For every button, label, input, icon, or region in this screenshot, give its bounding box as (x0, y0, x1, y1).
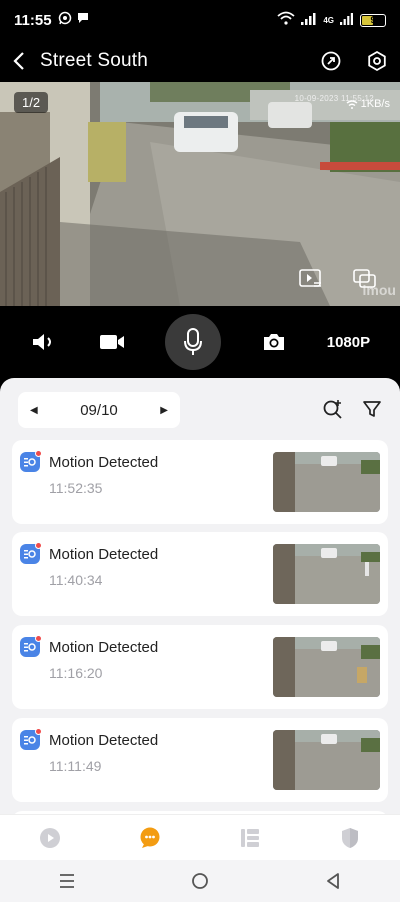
speed-value: 1KB/s (360, 98, 390, 110)
whatsapp-icon (58, 11, 72, 29)
settings-icon[interactable] (366, 50, 388, 72)
date-value[interactable]: 09/10 (80, 402, 118, 419)
event-card[interactable]: Motion Detected 11:16:20 (12, 625, 388, 709)
next-date-icon[interactable]: ▶ (160, 405, 168, 416)
unread-dot (35, 450, 42, 457)
home-icon[interactable] (180, 861, 220, 901)
microphone-icon[interactable] (165, 314, 222, 370)
motion-event-icon (20, 635, 42, 657)
battery-icon: 9 (360, 13, 386, 27)
camera-scene (0, 82, 400, 306)
events-panel: ◀ 09/10 ▶ Motion Detected 11:52:35 Motio… (0, 378, 400, 814)
event-title: Motion Detected (49, 454, 159, 471)
recent-apps-icon[interactable] (47, 861, 87, 901)
camera-page-indicator: 1/2 (14, 92, 49, 113)
back-arrow-icon[interactable] (12, 51, 26, 71)
signal-icon-2 (340, 12, 354, 29)
stream-speed: 1KB/s (346, 98, 390, 110)
prev-date-icon[interactable]: ◀ (30, 405, 38, 416)
event-time: 11:16:20 (49, 665, 103, 681)
event-card[interactable]: Motion Detected 11:11:49 (12, 718, 388, 802)
resolution-toggle[interactable]: 1080P (327, 334, 370, 351)
speed-wifi-icon (346, 99, 358, 109)
motion-event-icon (20, 450, 42, 472)
unread-dot (35, 542, 42, 549)
event-title: Motion Detected (49, 732, 159, 749)
messages-tab-icon[interactable] (130, 818, 170, 858)
filter-icon[interactable] (362, 398, 382, 420)
chat-bubble-icon (76, 11, 90, 29)
network-type: 4G (323, 15, 334, 25)
event-thumbnail[interactable] (273, 730, 380, 790)
signal-icon (301, 12, 317, 29)
record-icon[interactable] (98, 331, 126, 353)
event-title: Motion Detected (49, 639, 159, 656)
back-triangle-icon[interactable] (313, 861, 353, 901)
event-time: 11:40:34 (49, 572, 103, 588)
unread-dot (35, 635, 42, 642)
share-icon[interactable] (320, 50, 342, 72)
snapshot-icon[interactable] (261, 331, 287, 353)
unread-dot (35, 728, 42, 735)
playback-list-icon[interactable] (298, 266, 324, 292)
motion-event-icon (20, 542, 42, 564)
event-card[interactable]: Motion Detected 11:52:35 (12, 440, 388, 524)
filter-row: ◀ 09/10 ▶ (0, 392, 400, 428)
event-time: 11:11:49 (49, 758, 102, 774)
controls-bar: 1080P (0, 306, 400, 378)
event-thumbnail[interactable] (273, 637, 380, 697)
event-thumbnail[interactable] (273, 452, 380, 512)
status-bar: 11:55 4G 9 (0, 0, 400, 40)
live-video-feed[interactable]: 1/2 10-09-2023 11:55:12 1KB/s imou (0, 82, 400, 306)
event-title: Motion Detected (49, 546, 159, 563)
bottom-nav (0, 814, 400, 860)
event-card[interactable]: Motion Detected 11:40:34 (12, 532, 388, 616)
system-nav (0, 860, 400, 902)
date-picker: ◀ 09/10 ▶ (18, 392, 180, 428)
status-time: 11:55 (14, 11, 52, 29)
security-tab-icon[interactable] (330, 818, 370, 858)
event-time: 11:52:35 (49, 480, 103, 496)
page-title: Street South (40, 50, 149, 71)
search-plus-icon[interactable] (322, 398, 344, 420)
list-tab-icon[interactable] (230, 818, 270, 858)
motion-event-icon (20, 728, 42, 750)
app-header: Street South (0, 40, 400, 82)
speaker-icon[interactable] (30, 331, 58, 353)
video-tab-icon[interactable] (30, 818, 70, 858)
wifi-icon (277, 11, 295, 29)
event-thumbnail[interactable] (273, 544, 380, 604)
brand-watermark: imou (362, 282, 396, 298)
battery-level: 9 (370, 15, 376, 25)
